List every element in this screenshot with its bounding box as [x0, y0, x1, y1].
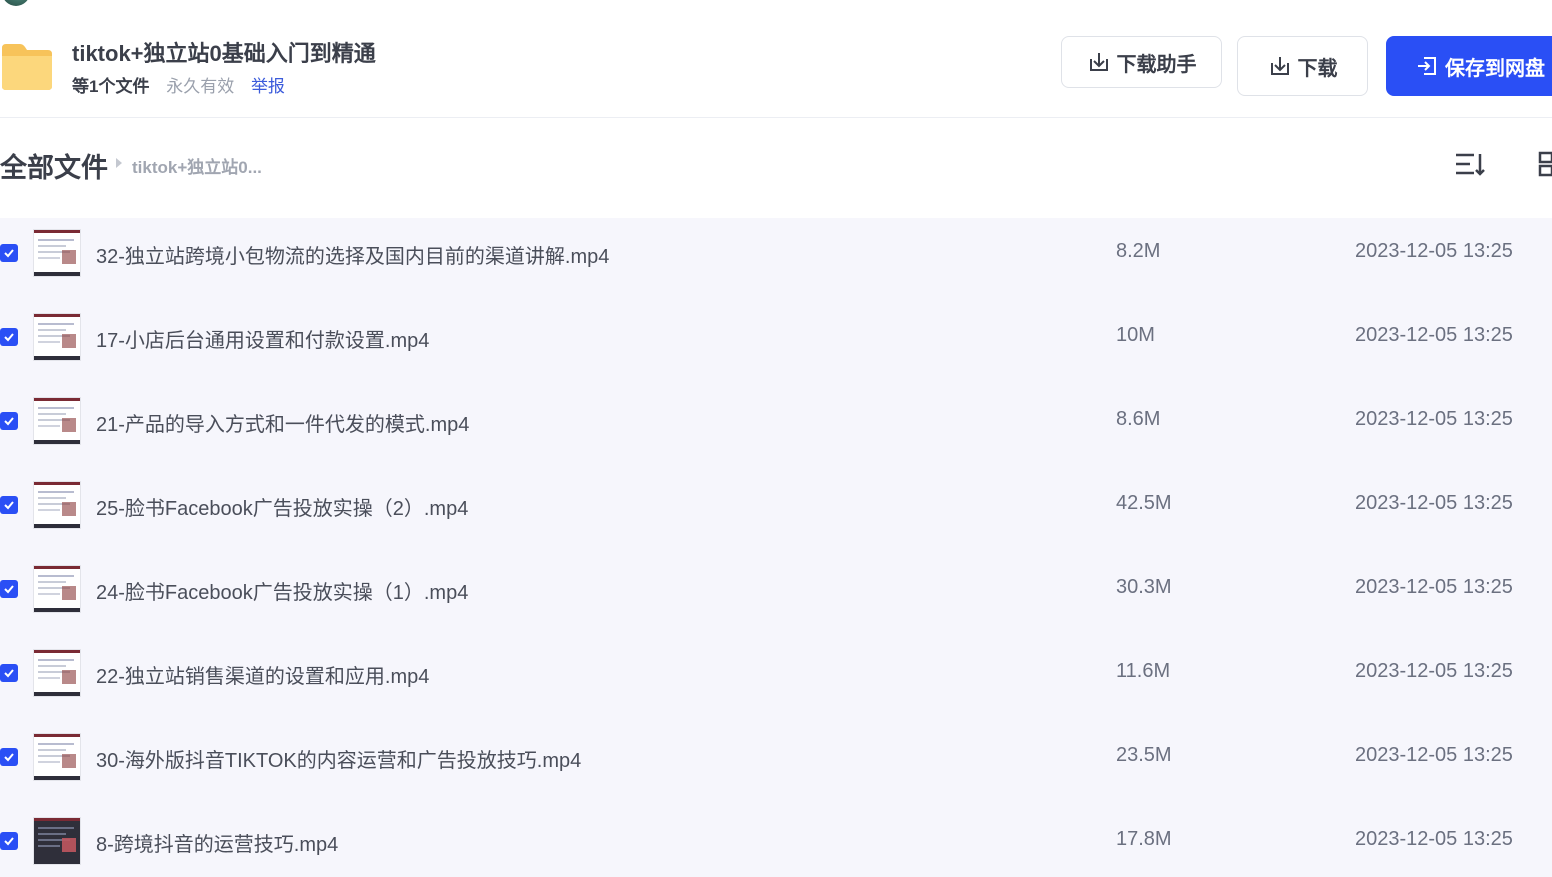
- save-label: 保存到网盘: [1445, 57, 1545, 80]
- check-icon: [4, 669, 14, 678]
- file-date: 2023-12-05 13:25: [1355, 660, 1513, 682]
- share-page: tiktok+独立站0基础入门到精通 等1个文件 永久有效 举报 下载助手 下载: [0, 0, 1552, 877]
- report-link[interactable]: 举报: [251, 77, 285, 96]
- download-helper-button[interactable]: 下载助手: [1061, 36, 1222, 88]
- file-row[interactable]: 30-海外版抖音TIKTOK的内容运营和广告投放技巧.mp4 23.5M 2023-…: [0, 728, 1552, 812]
- video-thumbnail: [33, 481, 81, 529]
- file-name[interactable]: 30-海外版抖音TIKTOK的内容运营和广告投放技巧.mp4: [96, 744, 581, 773]
- file-row[interactable]: 22-独立站销售渠道的设置和应用.mp4 11.6M 2023-12-05 13:2…: [0, 644, 1552, 728]
- download-label: 下载: [1297, 57, 1338, 80]
- row-checkbox[interactable]: [0, 412, 18, 430]
- file-name[interactable]: 25-脸书Facebook广告投放实操（2）.mp4: [96, 492, 468, 521]
- file-name[interactable]: 22-独立站销售渠道的设置和应用.mp4: [96, 660, 429, 689]
- validity-text: 永久有效: [166, 77, 235, 96]
- file-date: 2023-12-05 13:25: [1355, 744, 1513, 766]
- check-icon: [4, 837, 14, 846]
- check-icon: [4, 417, 14, 426]
- row-checkbox[interactable]: [0, 748, 18, 766]
- row-checkbox[interactable]: [0, 832, 18, 850]
- video-thumbnail: [33, 817, 81, 865]
- file-name[interactable]: 32-独立站跨境小包物流的选择及国内目前的渠道讲解.mp4: [96, 240, 609, 269]
- folder-icon: [2, 44, 52, 90]
- download-icon: [1270, 57, 1289, 75]
- breadcrumb-current: tiktok+独立站0...: [132, 158, 262, 177]
- video-thumbnail: [33, 313, 81, 361]
- check-icon: [4, 501, 14, 510]
- file-size: 23.5M: [1116, 744, 1172, 766]
- file-name[interactable]: 24-脸书Facebook广告投放实操（1）.mp4: [96, 576, 468, 605]
- check-icon: [4, 333, 14, 342]
- file-size: 42.5M: [1116, 492, 1172, 514]
- video-thumbnail: [33, 649, 81, 697]
- file-date: 2023-12-05 13:25: [1355, 408, 1513, 430]
- file-row[interactable]: 24-脸书Facebook广告投放实操（1）.mp4 30.3M 2023-12-0…: [0, 560, 1552, 644]
- share-meta: 等1个文件 永久有效 举报: [72, 72, 285, 97]
- file-size: 8.6M: [1116, 408, 1161, 430]
- file-row[interactable]: 17-小店后台通用设置和付款设置.mp4 10M 2023-12-05 13:25: [0, 308, 1552, 392]
- video-thumbnail: [33, 565, 81, 613]
- file-row[interactable]: 32-独立站跨境小包物流的选择及国内目前的渠道讲解.mp4 8.2M 2023-12…: [0, 224, 1552, 308]
- download-helper-label: 下载助手: [1116, 53, 1197, 76]
- file-date: 2023-12-05 13:25: [1355, 240, 1513, 262]
- check-icon: [4, 753, 14, 762]
- download-icon: [1089, 53, 1108, 71]
- file-date: 2023-12-05 13:25: [1355, 828, 1513, 850]
- file-row[interactable]: 8-跨境抖音的运营技巧.mp4 17.8M 2023-12-05 13:25: [0, 812, 1552, 877]
- file-count: 等1个文件: [72, 77, 150, 96]
- file-size: 11.6M: [1116, 660, 1171, 682]
- file-size: 10M: [1116, 324, 1155, 346]
- row-checkbox[interactable]: [0, 244, 18, 262]
- breadcrumb-root[interactable]: 全部文件: [0, 146, 108, 185]
- file-row[interactable]: 25-脸书Facebook广告投放实操（2）.mp4 42.5M 2023-12-0…: [0, 476, 1552, 560]
- check-icon: [4, 249, 14, 258]
- file-size: 8.2M: [1116, 240, 1161, 262]
- file-name[interactable]: 17-小店后台通用设置和付款设置.mp4: [96, 324, 429, 353]
- check-icon: [4, 585, 14, 594]
- row-checkbox[interactable]: [0, 328, 18, 346]
- grid-view-icon[interactable]: [1538, 150, 1552, 178]
- share-title: tiktok+独立站0基础入门到精通: [72, 41, 376, 66]
- file-name[interactable]: 8-跨境抖音的运营技巧.mp4: [96, 828, 338, 857]
- share-header: tiktok+独立站0基础入门到精通 等1个文件 永久有效 举报 下载助手 下载: [0, 0, 1552, 118]
- chevron-right-icon: [116, 158, 122, 168]
- row-checkbox[interactable]: [0, 664, 18, 682]
- file-date: 2023-12-05 13:25: [1355, 576, 1513, 598]
- video-thumbnail: [33, 733, 81, 781]
- save-icon: [1418, 57, 1436, 75]
- file-size: 17.8M: [1116, 828, 1172, 850]
- sort-icon[interactable]: [1454, 150, 1486, 178]
- file-date: 2023-12-05 13:25: [1355, 492, 1513, 514]
- file-list: 32-独立站跨境小包物流的选择及国内目前的渠道讲解.mp4 8.2M 2023-12…: [0, 218, 1552, 877]
- row-checkbox[interactable]: [0, 496, 18, 514]
- video-thumbnail: [33, 397, 81, 445]
- save-to-drive-button[interactable]: 保存到网盘: [1386, 36, 1552, 96]
- row-checkbox[interactable]: [0, 580, 18, 598]
- file-row[interactable]: 21-产品的导入方式和一件代发的模式.mp4 8.6M 2023-12-05 13:…: [0, 392, 1552, 476]
- breadcrumb: 全部文件 tiktok+独立站0...: [0, 118, 1552, 218]
- download-button[interactable]: 下载: [1237, 36, 1368, 96]
- file-size: 30.3M: [1116, 576, 1172, 598]
- video-thumbnail: [33, 229, 81, 277]
- file-date: 2023-12-05 13:25: [1355, 324, 1513, 346]
- file-name[interactable]: 21-产品的导入方式和一件代发的模式.mp4: [96, 408, 469, 437]
